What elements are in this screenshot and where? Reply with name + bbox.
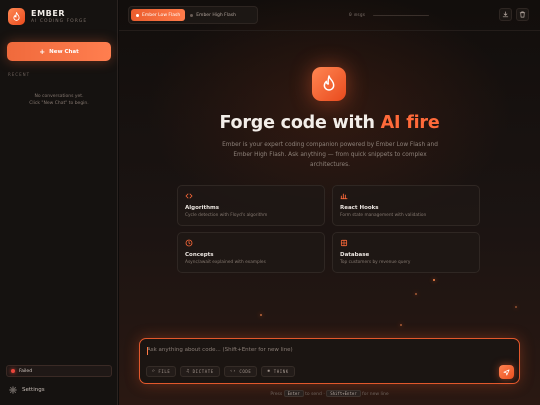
clock-icon: [185, 239, 193, 247]
ember-spark: [515, 306, 517, 308]
card-subtitle: Form state management with validation: [340, 213, 427, 218]
top-bar: Ember Low Flash Ember High Flash 0 msgs: [119, 0, 540, 31]
flame-hero-icon: [312, 67, 346, 101]
prompt-input[interactable]: [147, 347, 507, 353]
new-chat-label: New Chat: [49, 48, 79, 55]
empty-state-line1: No conversations yet.: [34, 94, 84, 99]
flame-logo-icon: [8, 8, 25, 25]
send-button[interactable]: [499, 365, 514, 379]
suggestion-card-database[interactable]: Database Top customers by revenue query: [332, 232, 480, 273]
suggestion-card-concepts[interactable]: Concepts Async/await explained with exam…: [177, 232, 325, 273]
new-chat-button[interactable]: + New Chat: [7, 42, 111, 61]
chip-label: DICTATE: [192, 369, 214, 374]
status-label: Failed: [19, 368, 33, 374]
mic-icon: ♫: [186, 369, 190, 374]
text-caret: [147, 347, 148, 355]
download-button[interactable]: [499, 8, 512, 21]
main-panel: Ember Low Flash Ember High Flash 0 msgs …: [119, 0, 540, 405]
trash-icon: [519, 11, 526, 18]
status-dot-icon: [11, 369, 15, 373]
card-title: Concepts: [185, 252, 214, 258]
message-count: 0 msgs: [349, 13, 366, 18]
chip-label: FILE: [158, 369, 171, 374]
ember-spark: [260, 314, 262, 316]
hero-title-main: Forge code with: [219, 113, 381, 133]
hero-title-accent: AI fire: [380, 113, 440, 133]
brand-subtitle: AI CODING FORGE: [31, 18, 88, 24]
suggestion-card-algorithms[interactable]: Algorithms Cycle detection with Floyd's …: [177, 185, 325, 226]
file-chip[interactable]: ⌕ FILE: [146, 366, 177, 377]
code-chip[interactable]: ‹› CODE: [223, 366, 258, 377]
shift-enter-key: Shift+Enter: [326, 390, 361, 397]
model-tab-label: Ember High Flash: [196, 12, 236, 18]
sidebar: EMBER AI CODING FORGE + New Chat RECENT …: [0, 0, 118, 405]
status-badge: Failed: [6, 365, 112, 377]
delete-button[interactable]: [516, 8, 529, 21]
paperclip-icon: ⌕: [152, 369, 156, 374]
card-subtitle: Top customers by revenue query: [340, 260, 411, 265]
code-icon: ‹›: [229, 369, 237, 374]
active-dot-icon: [136, 13, 139, 17]
database-icon: [340, 239, 348, 247]
download-icon: [502, 11, 509, 18]
model-switcher: Ember Low Flash Ember High Flash: [128, 6, 258, 24]
card-title: React Hooks: [340, 205, 379, 211]
keyboard-hint: Press Enter to send · Shift+Enter for ne…: [119, 390, 540, 397]
card-title: Algorithms: [185, 205, 220, 211]
chip-label: THINK: [273, 369, 289, 374]
chip-label: CODE: [239, 369, 252, 374]
empty-state-line2: Click "New Chat" to begin.: [29, 101, 89, 106]
ember-spark: [415, 293, 417, 295]
hero-title: Forge code with AI fire: [119, 113, 540, 133]
plus-icon: +: [39, 47, 46, 56]
hero-tagline: Ember is your expert coding companion po…: [222, 142, 438, 168]
model-tab-label: Ember Low Flash: [142, 12, 181, 18]
composer: ⌕ FILE ♫ DICTATE ‹› CODE ✺ THINK: [139, 338, 520, 384]
empty-state: No conversations yet. Click "New Chat" t…: [0, 93, 118, 107]
message-progress-track: [373, 14, 430, 17]
brand-name: EMBER: [31, 8, 66, 18]
ember-spark: [400, 324, 402, 326]
card-subtitle: Async/await explained with examples: [185, 260, 266, 265]
model-tab-high-flash[interactable]: Ember High Flash: [185, 9, 241, 21]
settings-label: Settings: [22, 387, 45, 393]
hint-press: Press: [270, 392, 283, 397]
recent-heading: RECENT: [8, 72, 31, 77]
think-chip[interactable]: ✺ THINK: [261, 366, 295, 377]
message-counter: 0 msgs: [349, 13, 430, 18]
model-tab-low-flash[interactable]: Ember Low Flash: [131, 9, 186, 21]
hint-end: for new line: [362, 392, 389, 397]
hint-mid: to send ·: [305, 392, 325, 397]
send-icon: [503, 368, 510, 376]
ember-spark: [433, 279, 435, 281]
suggestion-card-react-hooks[interactable]: React Hooks Form state management with v…: [332, 185, 480, 226]
card-subtitle: Cycle detection with Floyd's algorithm: [185, 213, 268, 218]
brand: EMBER AI CODING FORGE: [8, 8, 87, 25]
composer-tools: ⌕ FILE ♫ DICTATE ‹› CODE ✺ THINK: [146, 366, 299, 377]
settings-button[interactable]: Settings: [6, 382, 112, 398]
bar-chart-icon: [340, 193, 348, 200]
dictate-chip[interactable]: ♫ DICTATE: [180, 366, 220, 377]
inactive-dot-icon: [190, 13, 194, 17]
code-icon: [185, 193, 193, 199]
brain-icon: ✺: [267, 369, 271, 374]
gear-icon: [9, 386, 17, 394]
card-title: Database: [340, 252, 370, 258]
enter-key: Enter: [283, 390, 304, 397]
